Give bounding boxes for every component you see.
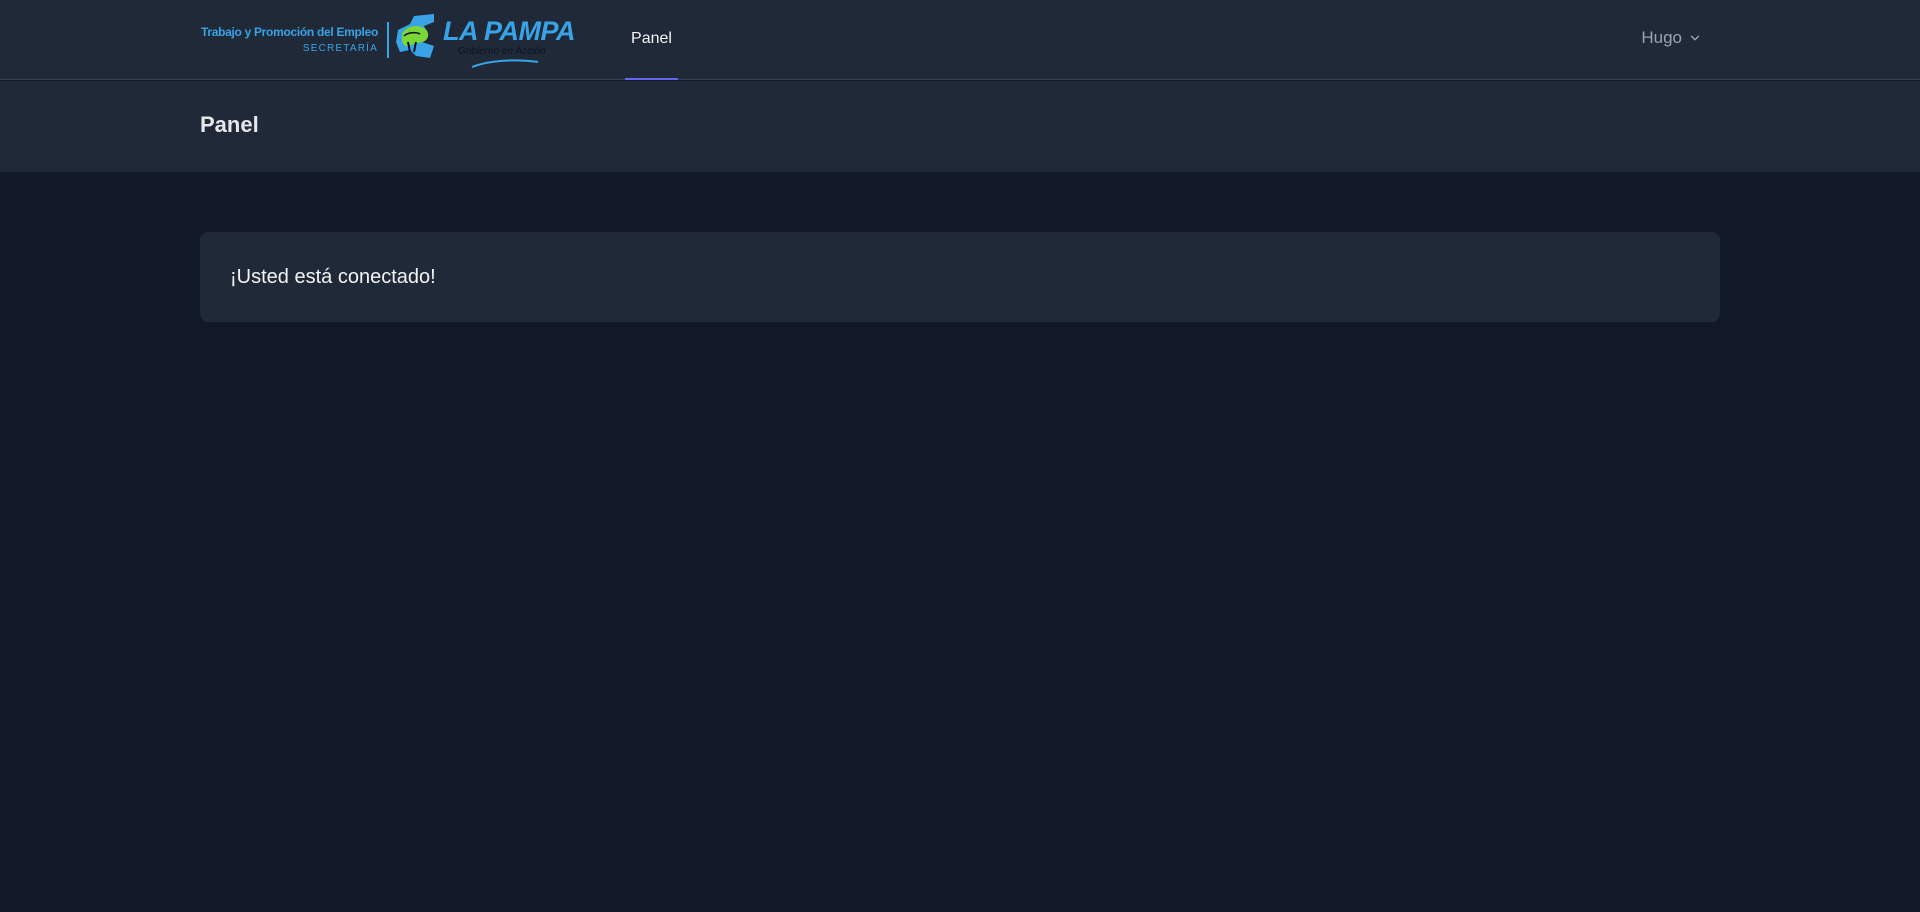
logo-divider: [387, 22, 389, 58]
la-pampa-emblem-icon: [396, 14, 434, 58]
nav-link-panel[interactable]: Panel: [625, 0, 678, 80]
page-header: Panel: [0, 81, 1920, 172]
page-title: Panel: [200, 112, 259, 137]
logo-swoosh-icon: [471, 59, 539, 68]
logo-subtitle: SECRETARÍA: [302, 43, 378, 54]
logo-link[interactable]: Trabajo y Promoción del Empleo SECRETARÍ…: [200, 12, 580, 68]
user-menu-trigger[interactable]: Hugo: [1641, 28, 1702, 48]
logo-secretaria-block: Trabajo y Promoción del Empleo SECRETARÍ…: [200, 25, 378, 54]
logo-title: Trabajo y Promoción del Empleo: [200, 25, 378, 39]
user-name: Hugo: [1641, 28, 1682, 47]
status-card: ¡Usted está conectado!: [200, 232, 1720, 322]
logo-brand: LA PAMPA: [443, 16, 576, 46]
chevron-down-icon: [1690, 35, 1700, 41]
top-navigation: Trabajo y Promoción del Empleo SECRETARÍ…: [0, 0, 1920, 80]
logged-in-message: ¡Usted está conectado!: [230, 266, 436, 288]
logo-tagline: Gobierno en Acción: [458, 46, 546, 57]
